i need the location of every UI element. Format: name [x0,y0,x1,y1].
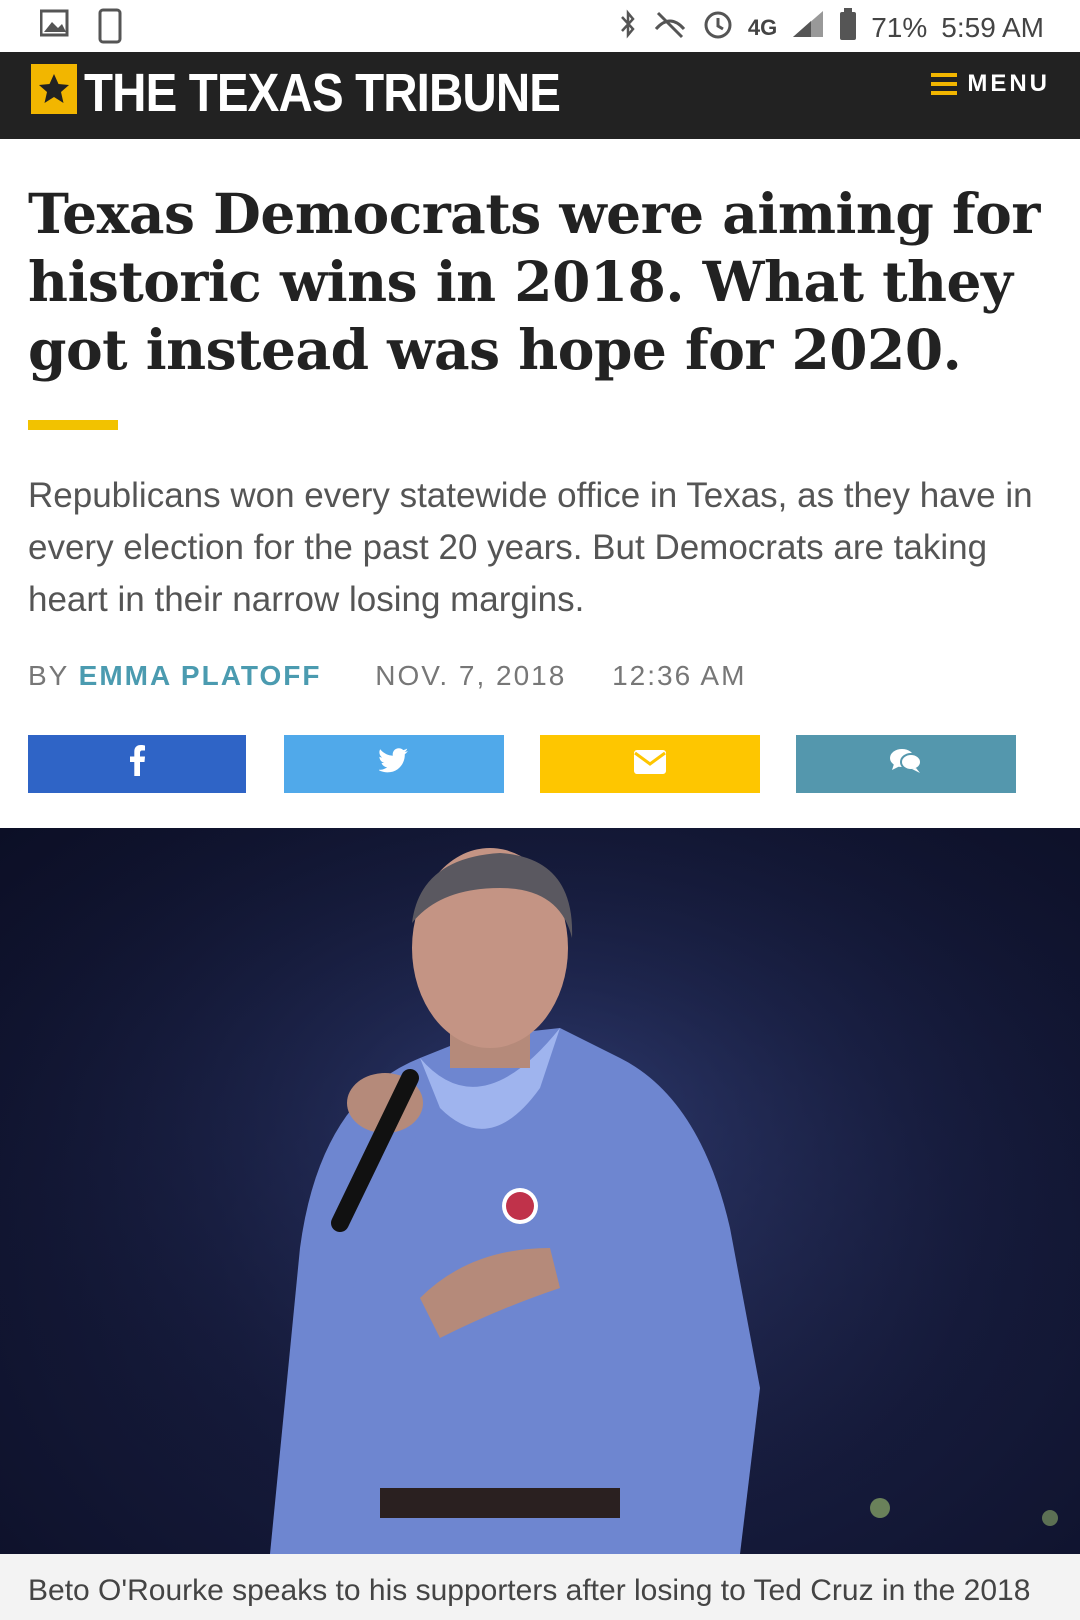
battery-icon [839,8,857,47]
twitter-share-button[interactable] [284,735,504,793]
share-buttons [28,735,1028,793]
twitter-icon [378,747,409,782]
email-share-button[interactable] [540,735,760,793]
screenshot-icon [98,8,128,44]
author-link[interactable]: EMMA PLATOFF [79,660,322,691]
signal-icon [791,9,825,46]
hamburger-icon [931,73,958,95]
headline-divider [28,420,118,430]
comments-share-button[interactable] [796,735,1016,793]
article-photo[interactable] [0,828,1080,1554]
image-icon [39,8,70,42]
alarm-icon [702,8,734,47]
menu-button[interactable]: MENU [931,70,1050,98]
publish-time: 12:36 AM [612,660,747,691]
photo-caption-bar: Beto O'Rourke speaks to his supporters a… [0,1554,1080,1620]
battery-percent: 71% [871,11,928,43]
site-logo-text[interactable]: THE TEXAS TRIBUNE [84,62,561,124]
lte-icon: 4G [747,14,778,40]
status-time: 5:59 AM [941,11,1044,43]
photo-caption: Beto O'Rourke speaks to his supporters a… [28,1574,1031,1607]
publish-date: NOV. 7, 2018 [375,660,567,691]
article-headline: Texas Democrats were aiming for historic… [28,181,1040,382]
site-header: THE TEXAS TRIBUNE MENU [0,52,1080,139]
comments-icon [890,747,922,782]
bluetooth-icon [618,9,638,46]
article-summary: Republicans won every statewide office i… [28,476,1033,619]
envelope-icon [634,747,666,782]
status-bar: 4G 71% 5:59 AM [0,0,1080,52]
facebook-share-button[interactable] [28,735,246,793]
mute-icon [652,9,688,46]
facebook-icon [128,744,146,784]
menu-label: MENU [967,70,1050,97]
photo-illustration [0,828,1080,1554]
byline: BY EMMA PLATOFF NOV. 7, 2018 12:36 AM [28,660,1058,692]
byline-prefix: BY [28,660,69,691]
star-logo-icon[interactable] [31,64,77,114]
